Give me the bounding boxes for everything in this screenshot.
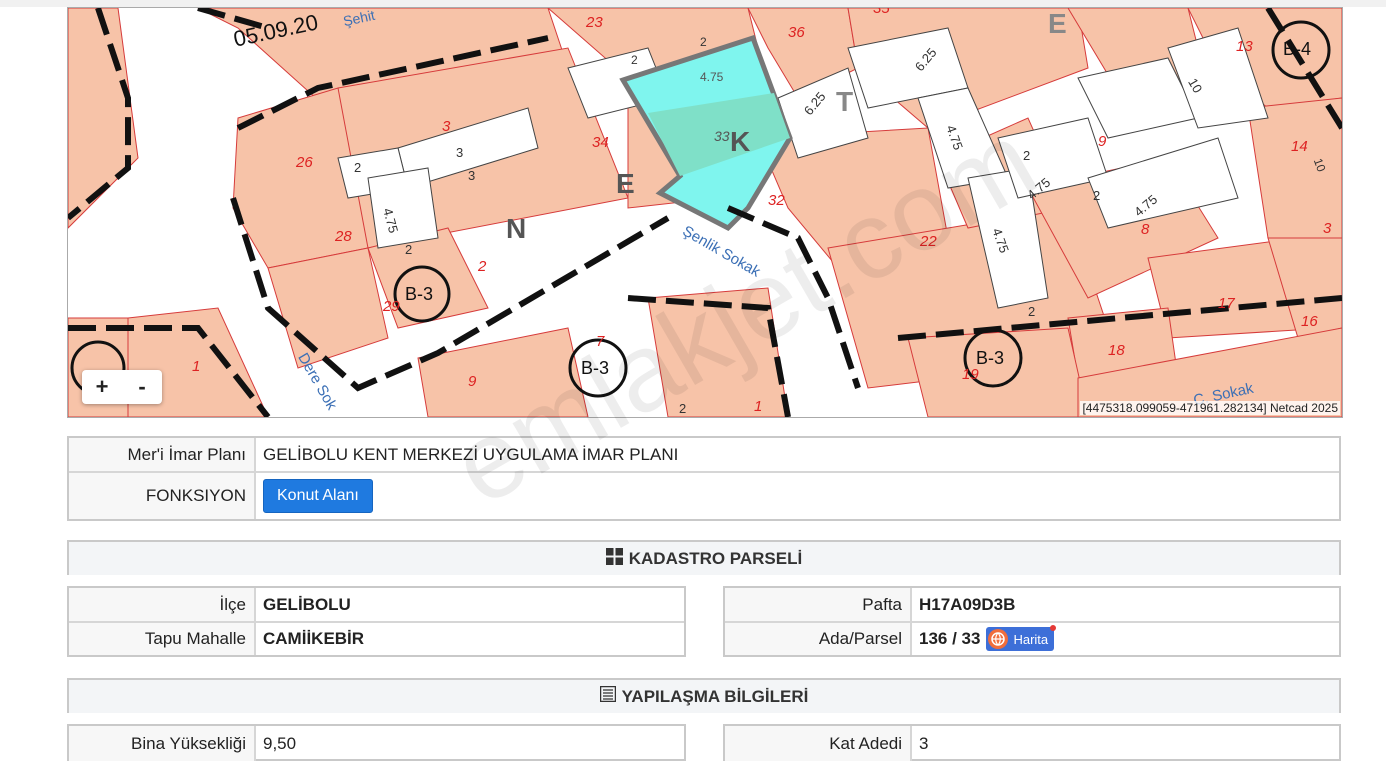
notification-dot	[1050, 625, 1057, 631]
parcel-number: 14	[1291, 138, 1308, 155]
parcel-number: 7	[596, 333, 605, 350]
parcel-number: 22	[920, 233, 937, 250]
dimension-label: 2	[1093, 188, 1101, 203]
parcel-number: 32	[768, 192, 785, 209]
dimension-label: 2	[1023, 148, 1031, 163]
mahalle-value: CAMİİKEBİR	[263, 629, 365, 648]
map-letter: N	[506, 213, 527, 244]
parcel-number: 9	[1098, 133, 1107, 150]
parcel-number: 28	[335, 228, 352, 245]
ada-parsel-number: 136 / 33	[919, 629, 981, 648]
yapilasma-header: YAPILAŞMA BİLGİLERİ	[67, 678, 1341, 713]
parcel-number: 3	[442, 118, 451, 135]
grid-icon	[605, 547, 623, 570]
parcel-number: 36	[788, 24, 805, 41]
harita-button[interactable]: Harita	[986, 625, 1057, 651]
yapilasma-title: YAPILAŞMA BİLGİLERİ	[621, 686, 809, 706]
ilce-label: İlçe	[69, 588, 256, 621]
ada-parsel-value: 136 / 33 Harita	[912, 623, 1057, 655]
bina-yukseklik-value: 9,50	[263, 733, 297, 753]
yapilasma-left-table: Bina Yüksekliği 9,50	[67, 724, 686, 761]
function-label: FONKSIYON	[69, 473, 256, 519]
parcel-number: 2	[478, 258, 487, 275]
map-letter: T	[836, 86, 854, 117]
map-letter: K	[730, 126, 751, 157]
dimension-label: 2	[354, 160, 362, 175]
dimension-label: 2	[631, 53, 638, 67]
top-bar	[0, 0, 1386, 7]
kat-adedi-label: Kat Adedi	[725, 726, 912, 761]
zoom-out-button[interactable]: -	[122, 370, 162, 404]
dimension-label: 3	[456, 145, 464, 160]
parcel-number: 26	[296, 154, 313, 171]
parcel-number: 23	[586, 14, 603, 31]
mahalle-label: Tapu Mahalle	[69, 623, 256, 655]
map-letter: E	[616, 168, 635, 199]
parcel-number: 33	[714, 128, 730, 144]
dimension-label: 3	[468, 168, 476, 183]
dimension-label: 2	[700, 35, 707, 49]
ilce-value: GELİBOLU	[263, 594, 351, 614]
map-letter: E	[1048, 8, 1067, 39]
parcel-number: 1	[754, 398, 763, 415]
map-attribution: [4475318.099059-471961.282134] Netcad 20…	[1080, 401, 1340, 415]
globe-icon	[988, 629, 1009, 649]
parcel-number: 35	[873, 7, 890, 17]
yapilasma-right-table: Kat Adedi 3	[723, 724, 1341, 761]
parcel-number: 8	[1141, 221, 1150, 238]
parcel-number: 19	[962, 366, 979, 383]
parcel-number: 1	[192, 358, 201, 375]
parcel-number: 34	[592, 134, 609, 151]
kadastro-header: KADASTRO PARSELİ	[67, 540, 1341, 575]
dimension-label: 4.75	[700, 70, 724, 84]
list-icon	[599, 685, 616, 707]
block-label-b3: B-3	[581, 358, 610, 378]
ada-parsel-label: Ada/Parsel	[725, 623, 912, 655]
block-label-b3: B-3	[405, 284, 434, 304]
parcel-number: 29	[383, 298, 400, 315]
pafta-label: Pafta	[725, 588, 912, 621]
harita-label: Harita	[1013, 631, 1049, 647]
function-button[interactable]: Konut Alanı	[263, 479, 373, 513]
dimension-label: 2	[679, 401, 687, 416]
kadastro-title: KADASTRO PARSELİ	[628, 548, 803, 568]
parcel-number: 9	[468, 373, 477, 390]
function-value: Konut Alanı	[256, 473, 373, 519]
imar-plan-table: Mer'i İmar Planı GELİBOLU KENT MERKEZİ U…	[67, 436, 1341, 521]
parcel-number: 16	[1301, 313, 1318, 330]
parcel-map[interactable]: 05.09.20 Şehit Şenlik Sokak Dere Sok C. …	[67, 7, 1343, 418]
plan-value: GELİBOLU KENT MERKEZİ UYGULAMA İMAR PLAN…	[263, 444, 679, 464]
block-label-b4: B-4	[1283, 39, 1312, 59]
kat-adedi-value: 3	[919, 733, 929, 753]
plan-label: Mer'i İmar Planı	[69, 438, 256, 471]
kadastro-right-table: Pafta H17A09D3B Ada/Parsel 136 / 33 Hari…	[723, 586, 1341, 657]
parcel-number: 18	[1108, 342, 1125, 359]
kadastro-left-table: İlçe GELİBOLU Tapu Mahalle CAMİİKEBİR	[67, 586, 686, 657]
parcel-number: 13	[1236, 38, 1253, 55]
dimension-label: 2	[1028, 304, 1036, 319]
map-zoom-control: + -	[82, 370, 162, 404]
pafta-value: H17A09D3B	[919, 594, 1016, 614]
dimension-label: 2	[405, 242, 413, 257]
bina-yukseklik-label: Bina Yüksekliği	[69, 726, 256, 761]
parcel-number: 3	[1323, 220, 1332, 237]
zoom-in-button[interactable]: +	[82, 370, 122, 404]
parcel-number: 17	[1218, 295, 1235, 312]
block-label-b3: B-3	[976, 348, 1005, 368]
